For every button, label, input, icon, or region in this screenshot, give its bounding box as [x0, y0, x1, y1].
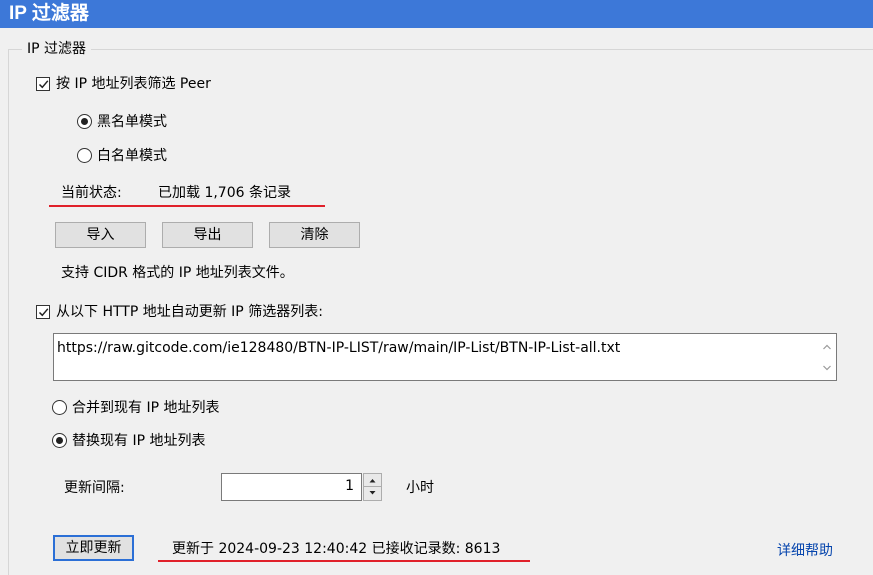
spin-down-button[interactable] [364, 487, 381, 500]
scroll-down-icon[interactable] [822, 363, 832, 373]
merge-radio[interactable] [52, 400, 67, 415]
auto-update-label: 从以下 HTTP 地址自动更新 IP 筛选器列表: [56, 304, 323, 320]
export-button[interactable]: 导出 [162, 222, 253, 248]
interval-label: 更新间隔: [64, 480, 125, 496]
checkmark-icon [38, 80, 49, 89]
spin-up-button[interactable] [364, 474, 381, 487]
auto-update-checkbox[interactable] [36, 305, 50, 319]
group-title: IP 过滤器 [22, 40, 92, 58]
cidr-hint: 支持 CIDR 格式的 IP 地址列表文件。 [61, 265, 294, 281]
update-url-text: https://raw.gitcode.com/ie128480/BTN-IP-… [57, 340, 621, 356]
replace-radio[interactable] [52, 433, 67, 448]
import-button[interactable]: 导入 [55, 222, 146, 248]
radio-selected-dot [56, 437, 63, 444]
window-title: IP 过滤器 [0, 0, 873, 28]
interval-value: 1 [345, 478, 354, 494]
filter-peers-label: 按 IP 地址列表筛选 Peer [56, 76, 211, 92]
last-update-status: 更新于 2024-09-23 12:40:42 已接收记录数: 8613 [172, 541, 501, 557]
radio-selected-dot [81, 118, 88, 125]
interval-input[interactable]: 1 [221, 473, 362, 501]
whitelist-label: 白名单模式 [97, 148, 167, 164]
clear-button[interactable]: 清除 [269, 222, 360, 248]
triangle-up-icon [369, 479, 376, 483]
blacklist-label: 黑名单模式 [97, 114, 167, 130]
filter-peers-checkbox[interactable] [36, 77, 50, 91]
last-update-annotation-underline [158, 560, 530, 562]
help-link[interactable]: 详细帮助 [777, 540, 833, 560]
blacklist-radio[interactable] [77, 114, 92, 129]
status-label: 当前状态: [61, 185, 122, 201]
update-now-button[interactable]: 立即更新 [53, 535, 134, 561]
interval-unit: 小时 [406, 480, 434, 496]
status-value: 已加载 1,706 条记录 [158, 185, 291, 201]
interval-spinner[interactable] [363, 473, 382, 501]
status-annotation-underline [49, 205, 325, 207]
replace-label: 替换现有 IP 地址列表 [72, 433, 206, 449]
scroll-up-icon[interactable] [822, 342, 832, 352]
update-url-textarea[interactable]: https://raw.gitcode.com/ie128480/BTN-IP-… [53, 333, 837, 381]
merge-label: 合并到现有 IP 地址列表 [72, 400, 220, 416]
whitelist-radio[interactable] [77, 148, 92, 163]
triangle-down-icon [369, 491, 376, 495]
checkmark-icon [38, 308, 49, 317]
